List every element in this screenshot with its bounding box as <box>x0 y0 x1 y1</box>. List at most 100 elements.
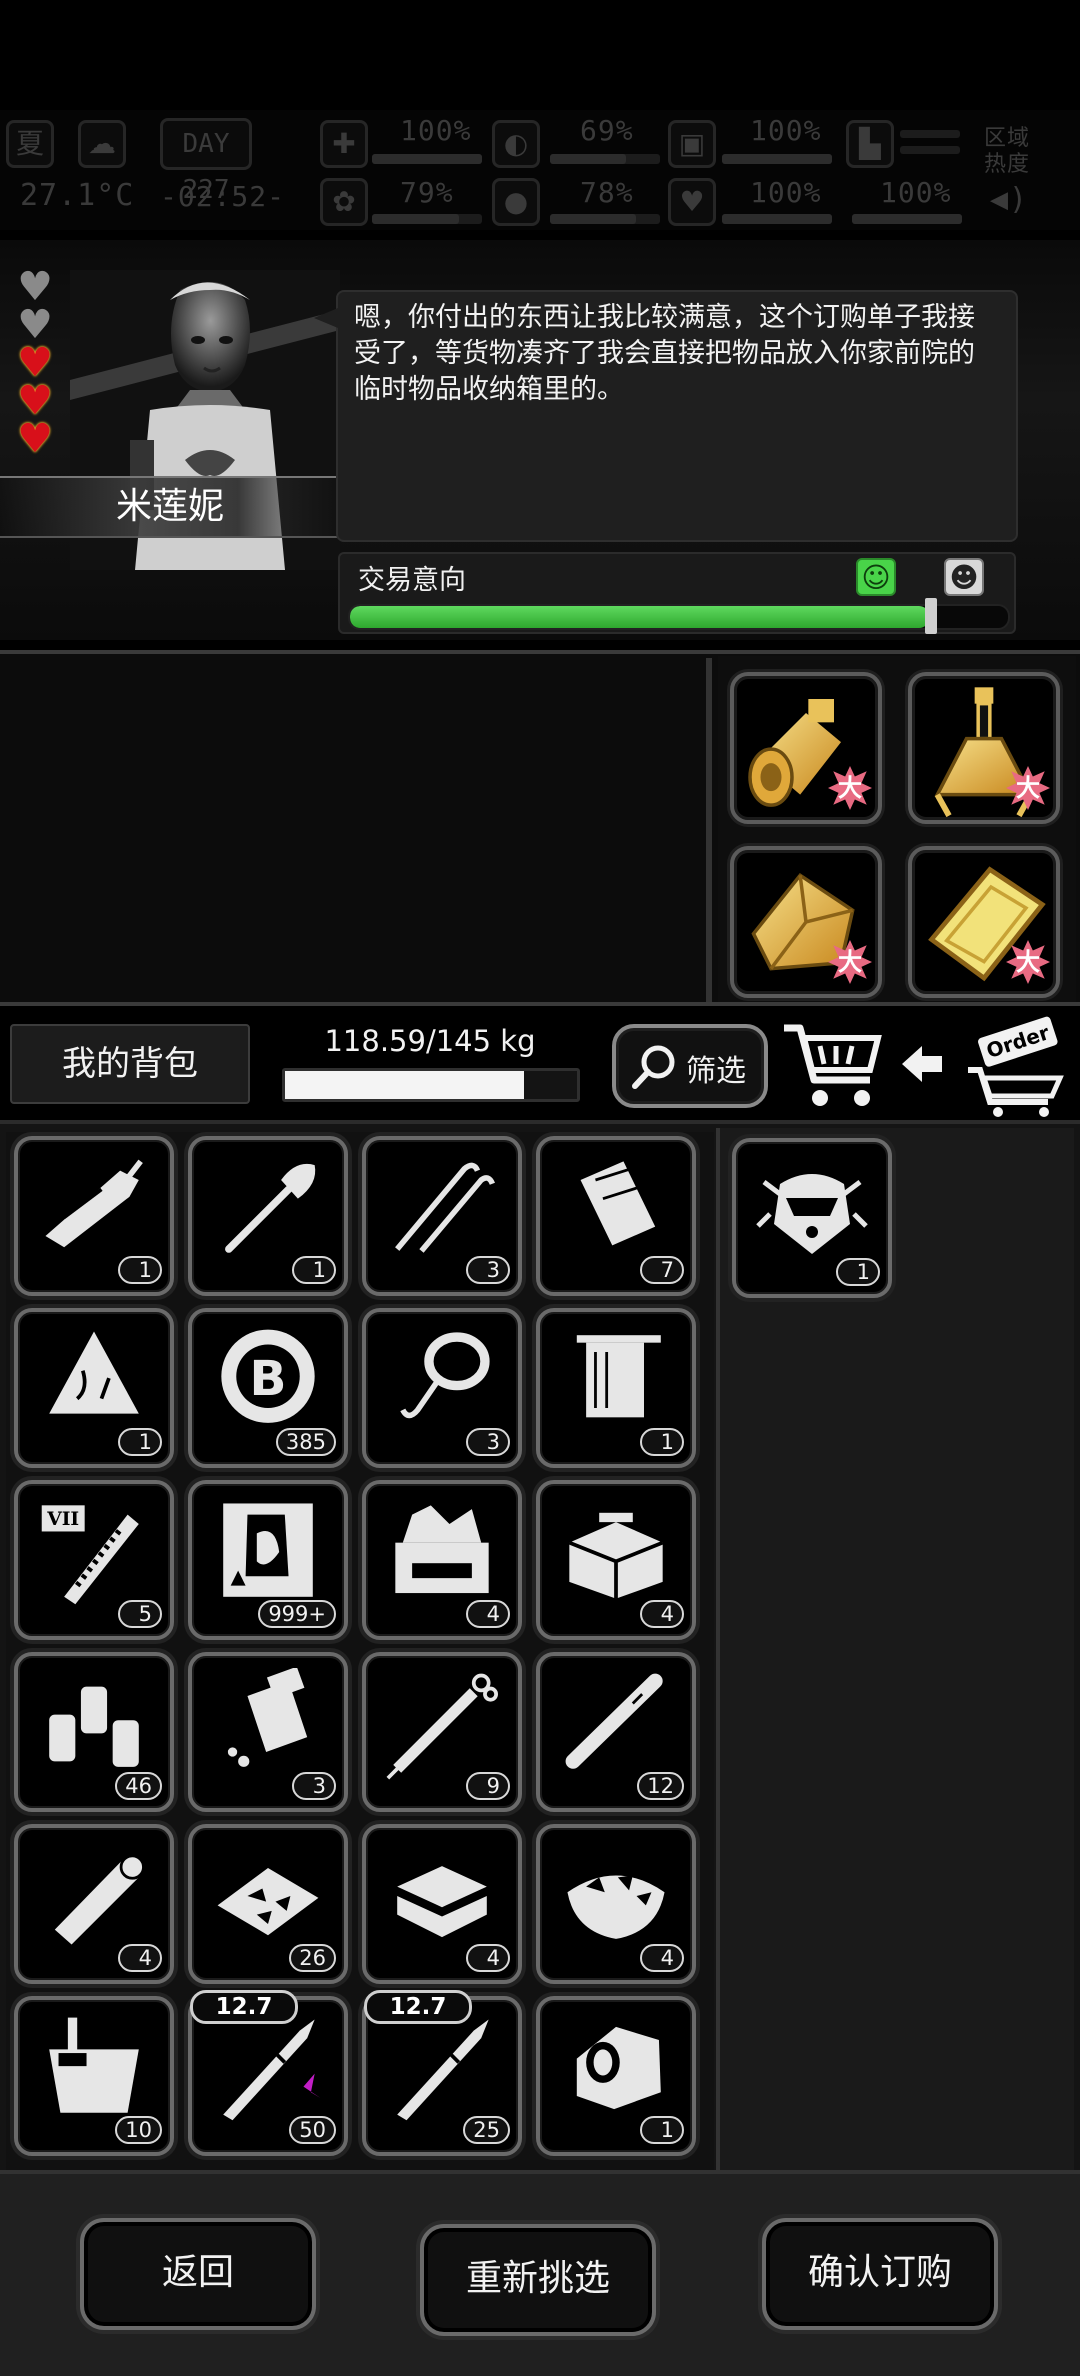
order-slot[interactable]: 大 <box>908 672 1060 824</box>
inventory-slot[interactable]: 3 <box>188 1652 348 1812</box>
shovel-icon <box>225 1163 316 1253</box>
npc-dialogue-text: 嗯，你付出的东西让我比较满意，这个订购单子我接受了，等货物凑齐了我会直接把物品放… <box>354 302 975 405</box>
shopping-cart-icon[interactable] <box>780 1016 884 1112</box>
inventory-slot[interactable]: 10 <box>14 1996 174 2156</box>
item-count: 12 <box>637 1772 684 1800</box>
item-count: 3 <box>466 1428 510 1456</box>
affection-hearts: ♥ ♥ ♥ ♥ ♥ <box>14 267 58 459</box>
backpack-grid: 1 1 3 7 1 B 385 3 1 VII 5 999+ 4 4 46 3 9 12 4 26 4 4 10 12.7 50… <box>6 1132 714 2172</box>
inventory-slot[interactable]: 7 <box>536 1136 696 1296</box>
water-bar <box>550 214 660 224</box>
inventory-slot[interactable]: 3 <box>362 1308 522 1468</box>
zone-heat-line2: 热度 <box>984 152 1031 177</box>
arrow-left-icon <box>902 1046 942 1082</box>
caliber-label: 12.7 <box>190 1990 298 2024</box>
bandage-roll-icon <box>54 1854 145 1945</box>
order-slot[interactable]: 大 <box>908 846 1060 998</box>
item-count: 4 <box>118 1944 162 1972</box>
item-count: 1 <box>836 1258 880 1286</box>
npc-trade-header: ♥ ♥ ♥ ♥ ♥ 米莲妮 嗯，你付出的东西让我比较满意，这个订购单子我接受了，… <box>0 240 1080 640</box>
season-label: 夏 <box>15 127 44 160</box>
order-slot[interactable]: 大 <box>730 672 882 824</box>
inventory-slot[interactable]: 46 <box>14 1652 174 1812</box>
syringe-icon <box>386 1673 498 1780</box>
size-big-badge: 大 <box>1006 940 1050 984</box>
day-counter: DAY 227 <box>160 118 252 205</box>
inventory-slot[interactable]: 1 <box>14 1136 174 1296</box>
hacksaw-icon <box>45 1159 143 1248</box>
reselect-button[interactable]: 重新挑选 <box>420 2224 656 2336</box>
item-count: 26 <box>289 1944 336 1972</box>
inventory-slot[interactable]: 4 <box>362 1480 522 1640</box>
inventory-slot[interactable]: 4 <box>14 1824 174 1984</box>
stomach-icon: ◐ <box>492 120 540 168</box>
inventory-slot[interactable]: 26 <box>188 1824 348 1984</box>
cigarette-icon <box>565 1673 663 1769</box>
toolbox-open-icon <box>395 1505 489 1594</box>
smiley-grin-icon: ☻ <box>944 558 984 596</box>
filter-button[interactable]: 筛选 <box>612 1024 768 1108</box>
paper-roll-icon <box>580 1161 656 1246</box>
boot-icon: ▙ <box>846 120 894 168</box>
helmet-robot-icon <box>756 1174 868 1254</box>
inventory-slot[interactable]: 1 <box>536 1308 696 1468</box>
stamina-bar <box>852 214 962 224</box>
heart-full-icon: ♥ <box>17 340 53 386</box>
stamina-pct: 100% <box>880 176 952 209</box>
weight-text: 118.59/145 kg <box>324 1024 536 1058</box>
spray-cans-icon <box>49 1686 139 1767</box>
order-cart-icon[interactable]: Order <box>960 1014 1070 1118</box>
inventory-slot[interactable]: B 385 <box>188 1308 348 1468</box>
heart-bar <box>722 214 832 224</box>
item-count: 46 <box>115 1772 162 1800</box>
season-indicator: 夏 <box>6 120 54 168</box>
bitcoin-chip-icon: B <box>221 1329 315 1423</box>
hunger-bar <box>550 154 660 164</box>
weather-icon: ☁ <box>78 120 126 168</box>
item-count: 385 <box>275 1428 336 1456</box>
bullet-special-icon <box>223 2019 321 2121</box>
back-button[interactable]: 返回 <box>80 2218 316 2330</box>
clock-text: -02:52- <box>160 180 286 213</box>
water-drop-icon: ● <box>492 178 540 226</box>
item-count: 10 <box>115 2116 162 2144</box>
inventory-slot[interactable]: 4 <box>362 1824 522 1984</box>
heart-full-icon: ♥ <box>17 378 53 424</box>
my-bag-button[interactable]: 我的背包 <box>10 1024 250 1104</box>
inventory-toolbar: 我的背包 118.59/145 kg 筛选 Order <box>0 1006 1080 1120</box>
inventory-slot[interactable]: 3 <box>362 1136 522 1296</box>
willingness-label: 交易意向 <box>358 565 466 596</box>
sound-icon[interactable]: ◀) <box>990 182 1028 217</box>
inventory-slot[interactable]: 12 <box>536 1652 696 1812</box>
confirm-order-button[interactable]: 确认订购 <box>762 2218 998 2330</box>
inventory-slot[interactable]: 1 <box>14 1308 174 1468</box>
inventory-slot[interactable]: 999+ <box>188 1480 348 1640</box>
zone-heat-line1: 区域 <box>984 126 1031 151</box>
heart-empty-icon: ♥ <box>17 302 53 348</box>
item-count: 1 <box>640 2116 684 2144</box>
item-count: 1 <box>118 1428 162 1456</box>
inventory-slot[interactable]: VII 5 <box>14 1480 174 1640</box>
weight-bar <box>282 1068 580 1102</box>
item-count: 5 <box>118 1600 162 1628</box>
inventory-slot[interactable]: 4 <box>536 1480 696 1640</box>
item-count: 25 <box>463 2116 510 2144</box>
inventory-slot[interactable]: 1 <box>536 1996 696 2156</box>
inventory-slot[interactable]: 4 <box>536 1824 696 1984</box>
item-count: 4 <box>466 1600 510 1628</box>
item-count: 4 <box>640 1600 684 1628</box>
selected-item-slot[interactable]: 1 <box>732 1138 892 1298</box>
salad-bowl-icon <box>567 1875 665 1939</box>
temperature-text: 27.1°C <box>20 178 135 213</box>
inventory-slot[interactable]: 12.7 50 <box>188 1990 348 2156</box>
bottom-action-bar: 返回 重新挑选 确认订购 <box>0 2170 1080 2376</box>
brain-bar <box>372 214 482 224</box>
npc-dialogue-box: 嗯，你付出的东西让我比较满意，这个订购单子我接受了，等货物凑齐了我会直接把物品放… <box>314 290 1018 542</box>
inventory-slot[interactable]: 9 <box>362 1652 522 1812</box>
brain-pct: 79% <box>400 176 454 209</box>
inventory-slot[interactable]: 1 <box>188 1136 348 1296</box>
item-count: 3 <box>292 1772 336 1800</box>
inventory-slot[interactable]: 12.7 25 <box>362 1990 522 2156</box>
order-slot[interactable]: 大 <box>730 846 882 998</box>
ordered-items-grid: 大 大 大 大 <box>718 656 1076 1002</box>
